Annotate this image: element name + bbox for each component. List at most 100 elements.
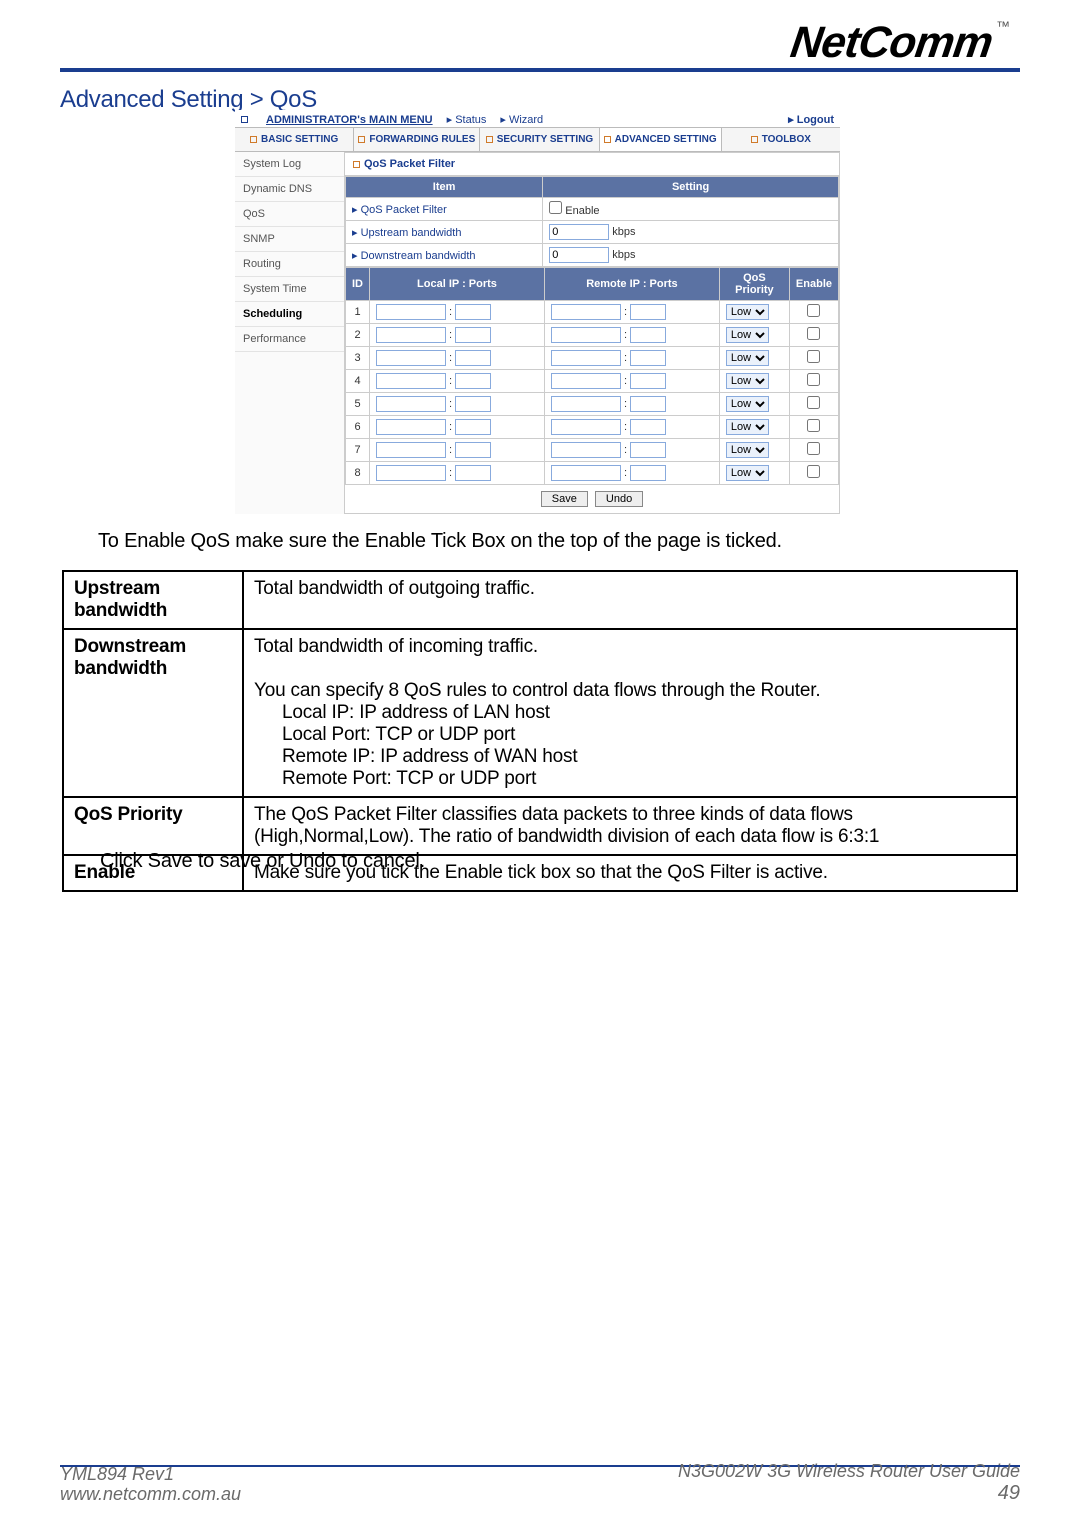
local-port-input[interactable] [455, 442, 491, 458]
tab-basic-setting[interactable]: BASIC SETTING [235, 128, 354, 151]
local-ip-input[interactable] [376, 465, 446, 481]
priority-select[interactable]: Low [726, 419, 769, 435]
local-ip-input[interactable] [376, 373, 446, 389]
priority-select[interactable]: Low [726, 442, 769, 458]
rule-enable-checkbox[interactable] [807, 396, 820, 409]
status-link[interactable]: ▸ Status [447, 113, 487, 126]
priority-select[interactable]: Low [726, 350, 769, 366]
sidebar-item-performance[interactable]: Performance [235, 327, 344, 352]
main-menu-link[interactable]: ADMINISTRATOR's MAIN MENU [266, 114, 433, 126]
config-table: Item Setting ▸ QoS Packet Filter Enable … [345, 176, 839, 267]
qos-row-remote: : [544, 324, 719, 347]
qos-row-priority: Low [719, 416, 789, 439]
remote-ip-input[interactable] [551, 350, 621, 366]
remote-port-input[interactable] [630, 327, 666, 343]
remote-ip-input[interactable] [551, 465, 621, 481]
qos-row-local: : [370, 462, 545, 485]
header-divider [60, 68, 1020, 72]
footer-left: YML894 Rev1 www.netcomm.com.au [60, 1464, 241, 1505]
priority-select[interactable]: Low [726, 373, 769, 389]
qos-row-remote: : [544, 347, 719, 370]
tab-forwarding-rules[interactable]: FORWARDING RULES [354, 128, 480, 151]
local-port-input[interactable] [455, 327, 491, 343]
qos-row-priority: Low [719, 439, 789, 462]
priority-select[interactable]: Low [726, 304, 769, 320]
qos-col-id: ID [346, 268, 370, 301]
remote-port-input[interactable] [630, 304, 666, 320]
local-ip-input[interactable] [376, 419, 446, 435]
remote-ip-input[interactable] [551, 442, 621, 458]
local-port-input[interactable] [455, 419, 491, 435]
rule-enable-checkbox[interactable] [807, 373, 820, 386]
desc-val-downstream: Total bandwidth of incoming traffic. You… [243, 629, 1017, 797]
local-ip-input[interactable] [376, 350, 446, 366]
local-ip-input[interactable] [376, 304, 446, 320]
rule-enable-checkbox[interactable] [807, 327, 820, 340]
local-port-input[interactable] [455, 304, 491, 320]
remote-port-input[interactable] [630, 419, 666, 435]
sidebar-item-scheduling[interactable]: Scheduling [235, 302, 344, 327]
qos-rule-row: 5 : : Low [346, 393, 839, 416]
upstream-bandwidth-input[interactable] [549, 224, 609, 240]
remote-port-input[interactable] [630, 350, 666, 366]
desc-key-downstream: Downstream bandwidth [63, 629, 243, 797]
upstream-bandwidth-unit: kbps [612, 226, 635, 238]
wizard-link[interactable]: ▸ Wizard [500, 113, 543, 126]
router-admin-screenshot: ADMINISTRATOR's MAIN MENU ▸ Status ▸ Wiz… [235, 110, 840, 514]
sidebar-item-system-time[interactable]: System Time [235, 277, 344, 302]
remote-ip-input[interactable] [551, 304, 621, 320]
remote-ip-input[interactable] [551, 419, 621, 435]
local-port-input[interactable] [455, 350, 491, 366]
local-ip-input[interactable] [376, 327, 446, 343]
local-port-input[interactable] [455, 373, 491, 389]
rule-enable-checkbox[interactable] [807, 442, 820, 455]
rule-enable-checkbox[interactable] [807, 304, 820, 317]
local-ip-input[interactable] [376, 442, 446, 458]
priority-select[interactable]: Low [726, 465, 769, 481]
qos-row-local: : [370, 301, 545, 324]
remote-ip-input[interactable] [551, 373, 621, 389]
local-port-input[interactable] [455, 396, 491, 412]
sidebar-item-system-log[interactable]: System Log [235, 152, 344, 177]
desc-key-upstream: Upstream bandwidth [63, 571, 243, 629]
qos-rule-row: 1 : : Low [346, 301, 839, 324]
qos-enable-checkbox[interactable] [549, 201, 562, 214]
save-button[interactable] [541, 491, 588, 507]
rule-enable-checkbox[interactable] [807, 465, 820, 478]
priority-select[interactable]: Low [726, 327, 769, 343]
sidebar-item-routing[interactable]: Routing [235, 252, 344, 277]
remote-port-input[interactable] [630, 442, 666, 458]
remote-ip-input[interactable] [551, 327, 621, 343]
remote-port-input[interactable] [630, 465, 666, 481]
remote-ip-input[interactable] [551, 396, 621, 412]
qos-rule-row: 6 : : Low [346, 416, 839, 439]
priority-select[interactable]: Low [726, 396, 769, 412]
qos-row-priority: Low [719, 462, 789, 485]
qos-row-enable [789, 439, 838, 462]
downstream-bandwidth-unit: kbps [612, 249, 635, 261]
rule-enable-checkbox[interactable] [807, 350, 820, 363]
local-ip-input[interactable] [376, 396, 446, 412]
qos-row-id: 3 [346, 347, 370, 370]
remote-port-input[interactable] [630, 396, 666, 412]
rule-enable-checkbox[interactable] [807, 419, 820, 432]
tab-advanced-setting[interactable]: ADVANCED SETTING [600, 128, 722, 151]
sidebar-item-qos[interactable]: QoS [235, 202, 344, 227]
desc-line: Remote IP: IP address of WAN host [254, 746, 1006, 768]
sidebar-item-snmp[interactable]: SNMP [235, 227, 344, 252]
qos-row-local: : [370, 324, 545, 347]
qos-row-enable [789, 324, 838, 347]
sidebar-item-dynamic-dns[interactable]: Dynamic DNS [235, 177, 344, 202]
remote-port-input[interactable] [630, 373, 666, 389]
router-tabs: BASIC SETTING FORWARDING RULES SECURITY … [235, 127, 840, 152]
undo-button[interactable] [595, 491, 643, 507]
logout-link[interactable]: ▸ Logout [788, 113, 834, 126]
qos-row-id: 7 [346, 439, 370, 462]
tab-label: FORWARDING RULES [369, 134, 475, 145]
tab-security-setting[interactable]: SECURITY SETTING [480, 128, 599, 151]
qos-rules-table: ID Local IP : Ports Remote IP : Ports Qo… [345, 267, 839, 485]
qos-enable-checkbox-label: Enable [565, 205, 599, 217]
tab-toolbox[interactable]: TOOLBOX [722, 128, 840, 151]
local-port-input[interactable] [455, 465, 491, 481]
downstream-bandwidth-input[interactable] [549, 247, 609, 263]
